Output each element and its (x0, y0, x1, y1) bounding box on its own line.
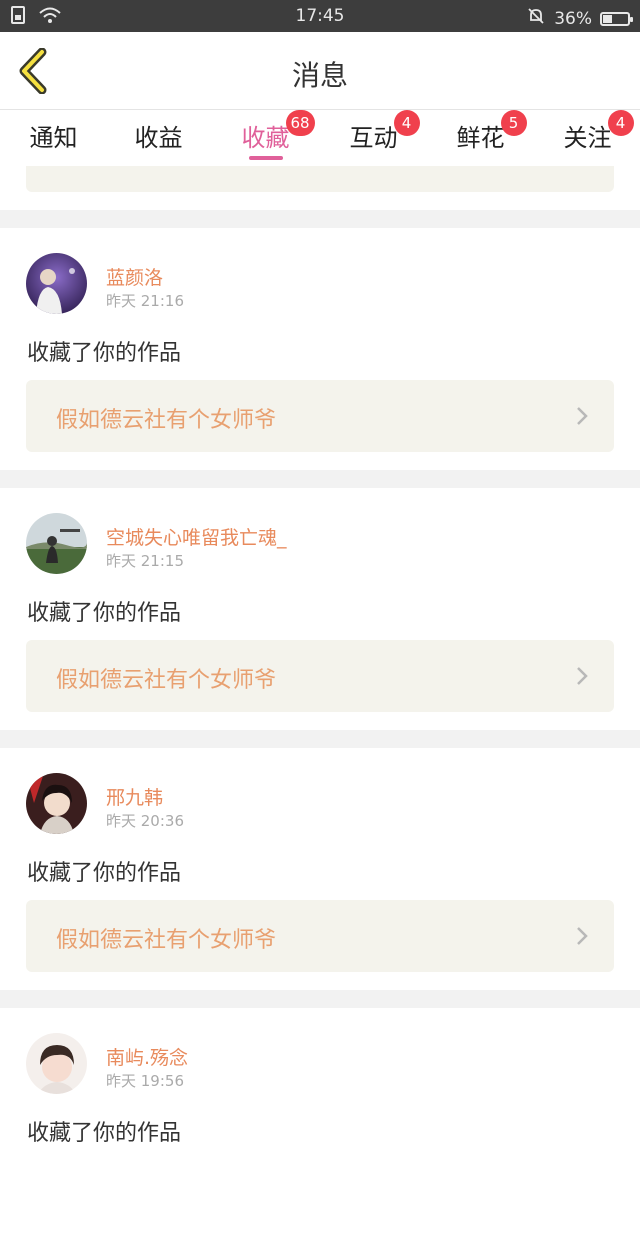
tab-label: 收益 (134, 124, 183, 152)
username[interactable]: 空城失心唯留我亡魂_ (106, 523, 287, 550)
tab-label: 收藏 (241, 124, 290, 152)
chevron-right-icon (576, 666, 588, 690)
tab-favorites[interactable]: 收藏 68 (212, 110, 319, 153)
tab-notifications[interactable]: 通知 (0, 118, 107, 153)
work-title: 假如德云社有个女师爷 (56, 408, 277, 433)
unread-badge: 5 (500, 110, 527, 136)
work-title: 假如德云社有个女师爷 (56, 668, 277, 693)
tab-label: 关注 (563, 124, 612, 152)
battery-icon (600, 11, 633, 26)
work-link[interactable] (26, 166, 614, 192)
unread-badge: 4 (607, 110, 634, 136)
chevron-right-icon (576, 406, 588, 430)
tab-label: 互动 (349, 124, 398, 152)
tab-flowers[interactable]: 鲜花 5 (427, 110, 534, 153)
chevron-right-icon (576, 926, 588, 950)
timestamp: 昨天 20:36 (106, 812, 184, 830)
mute-bell-icon (526, 6, 546, 31)
action-text: 收藏了你的作品 (27, 1121, 182, 1146)
timestamp: 昨天 21:16 (106, 292, 184, 310)
username[interactable]: 蓝颜洛 (106, 263, 163, 290)
tab-follows[interactable]: 关注 4 (534, 110, 640, 153)
timestamp: 昨天 21:15 (106, 552, 184, 570)
tab-bar: 通知 收益 收藏 68 互动 4 鲜花 5 关注 4 (0, 110, 640, 166)
avatar[interactable] (26, 513, 87, 574)
page-title: 消息 (291, 59, 348, 92)
unread-badge: 4 (393, 110, 420, 136)
tab-label: 鲜花 (456, 124, 505, 152)
list-item: 南屿.殇念 昨天 19:56 收藏了你的作品 (0, 1008, 640, 1250)
tab-label: 通知 (29, 124, 78, 152)
work-link[interactable]: 假如德云社有个女师爷 (26, 640, 614, 712)
tab-earnings[interactable]: 收益 (105, 118, 212, 153)
status-bar: 17:45 36% (0, 0, 640, 32)
action-text: 收藏了你的作品 (27, 341, 182, 366)
app-header: 消息 (0, 32, 640, 110)
message-feed: 蓝颜洛 昨天 21:16 收藏了你的作品 假如德云社有个女师爷 空城失心唯留我亡… (0, 166, 640, 1250)
avatar[interactable] (26, 1033, 87, 1094)
username[interactable]: 邢九韩 (106, 783, 163, 810)
list-item: 空城失心唯留我亡魂_ 昨天 21:15 收藏了你的作品 假如德云社有个女师爷 (0, 488, 640, 730)
avatar[interactable] (26, 253, 87, 314)
username[interactable]: 南屿.殇念 (106, 1043, 188, 1070)
active-tab-indicator (249, 156, 283, 160)
timestamp: 昨天 19:56 (106, 1072, 184, 1090)
tab-interactions[interactable]: 互动 4 (320, 110, 427, 153)
battery-percent: 36% (554, 8, 592, 29)
list-item: 蓝颜洛 昨天 21:16 收藏了你的作品 假如德云社有个女师爷 (0, 228, 640, 470)
unread-badge: 68 (285, 110, 315, 136)
work-link[interactable]: 假如德云社有个女师爷 (26, 900, 614, 972)
action-text: 收藏了你的作品 (27, 601, 182, 626)
work-title: 假如德云社有个女师爷 (56, 928, 277, 953)
avatar[interactable] (26, 773, 87, 834)
list-item: 邢九韩 昨天 20:36 收藏了你的作品 假如德云社有个女师爷 (0, 748, 640, 990)
action-text: 收藏了你的作品 (27, 861, 182, 886)
list-item (0, 166, 640, 210)
work-link[interactable]: 假如德云社有个女师爷 (26, 380, 614, 452)
